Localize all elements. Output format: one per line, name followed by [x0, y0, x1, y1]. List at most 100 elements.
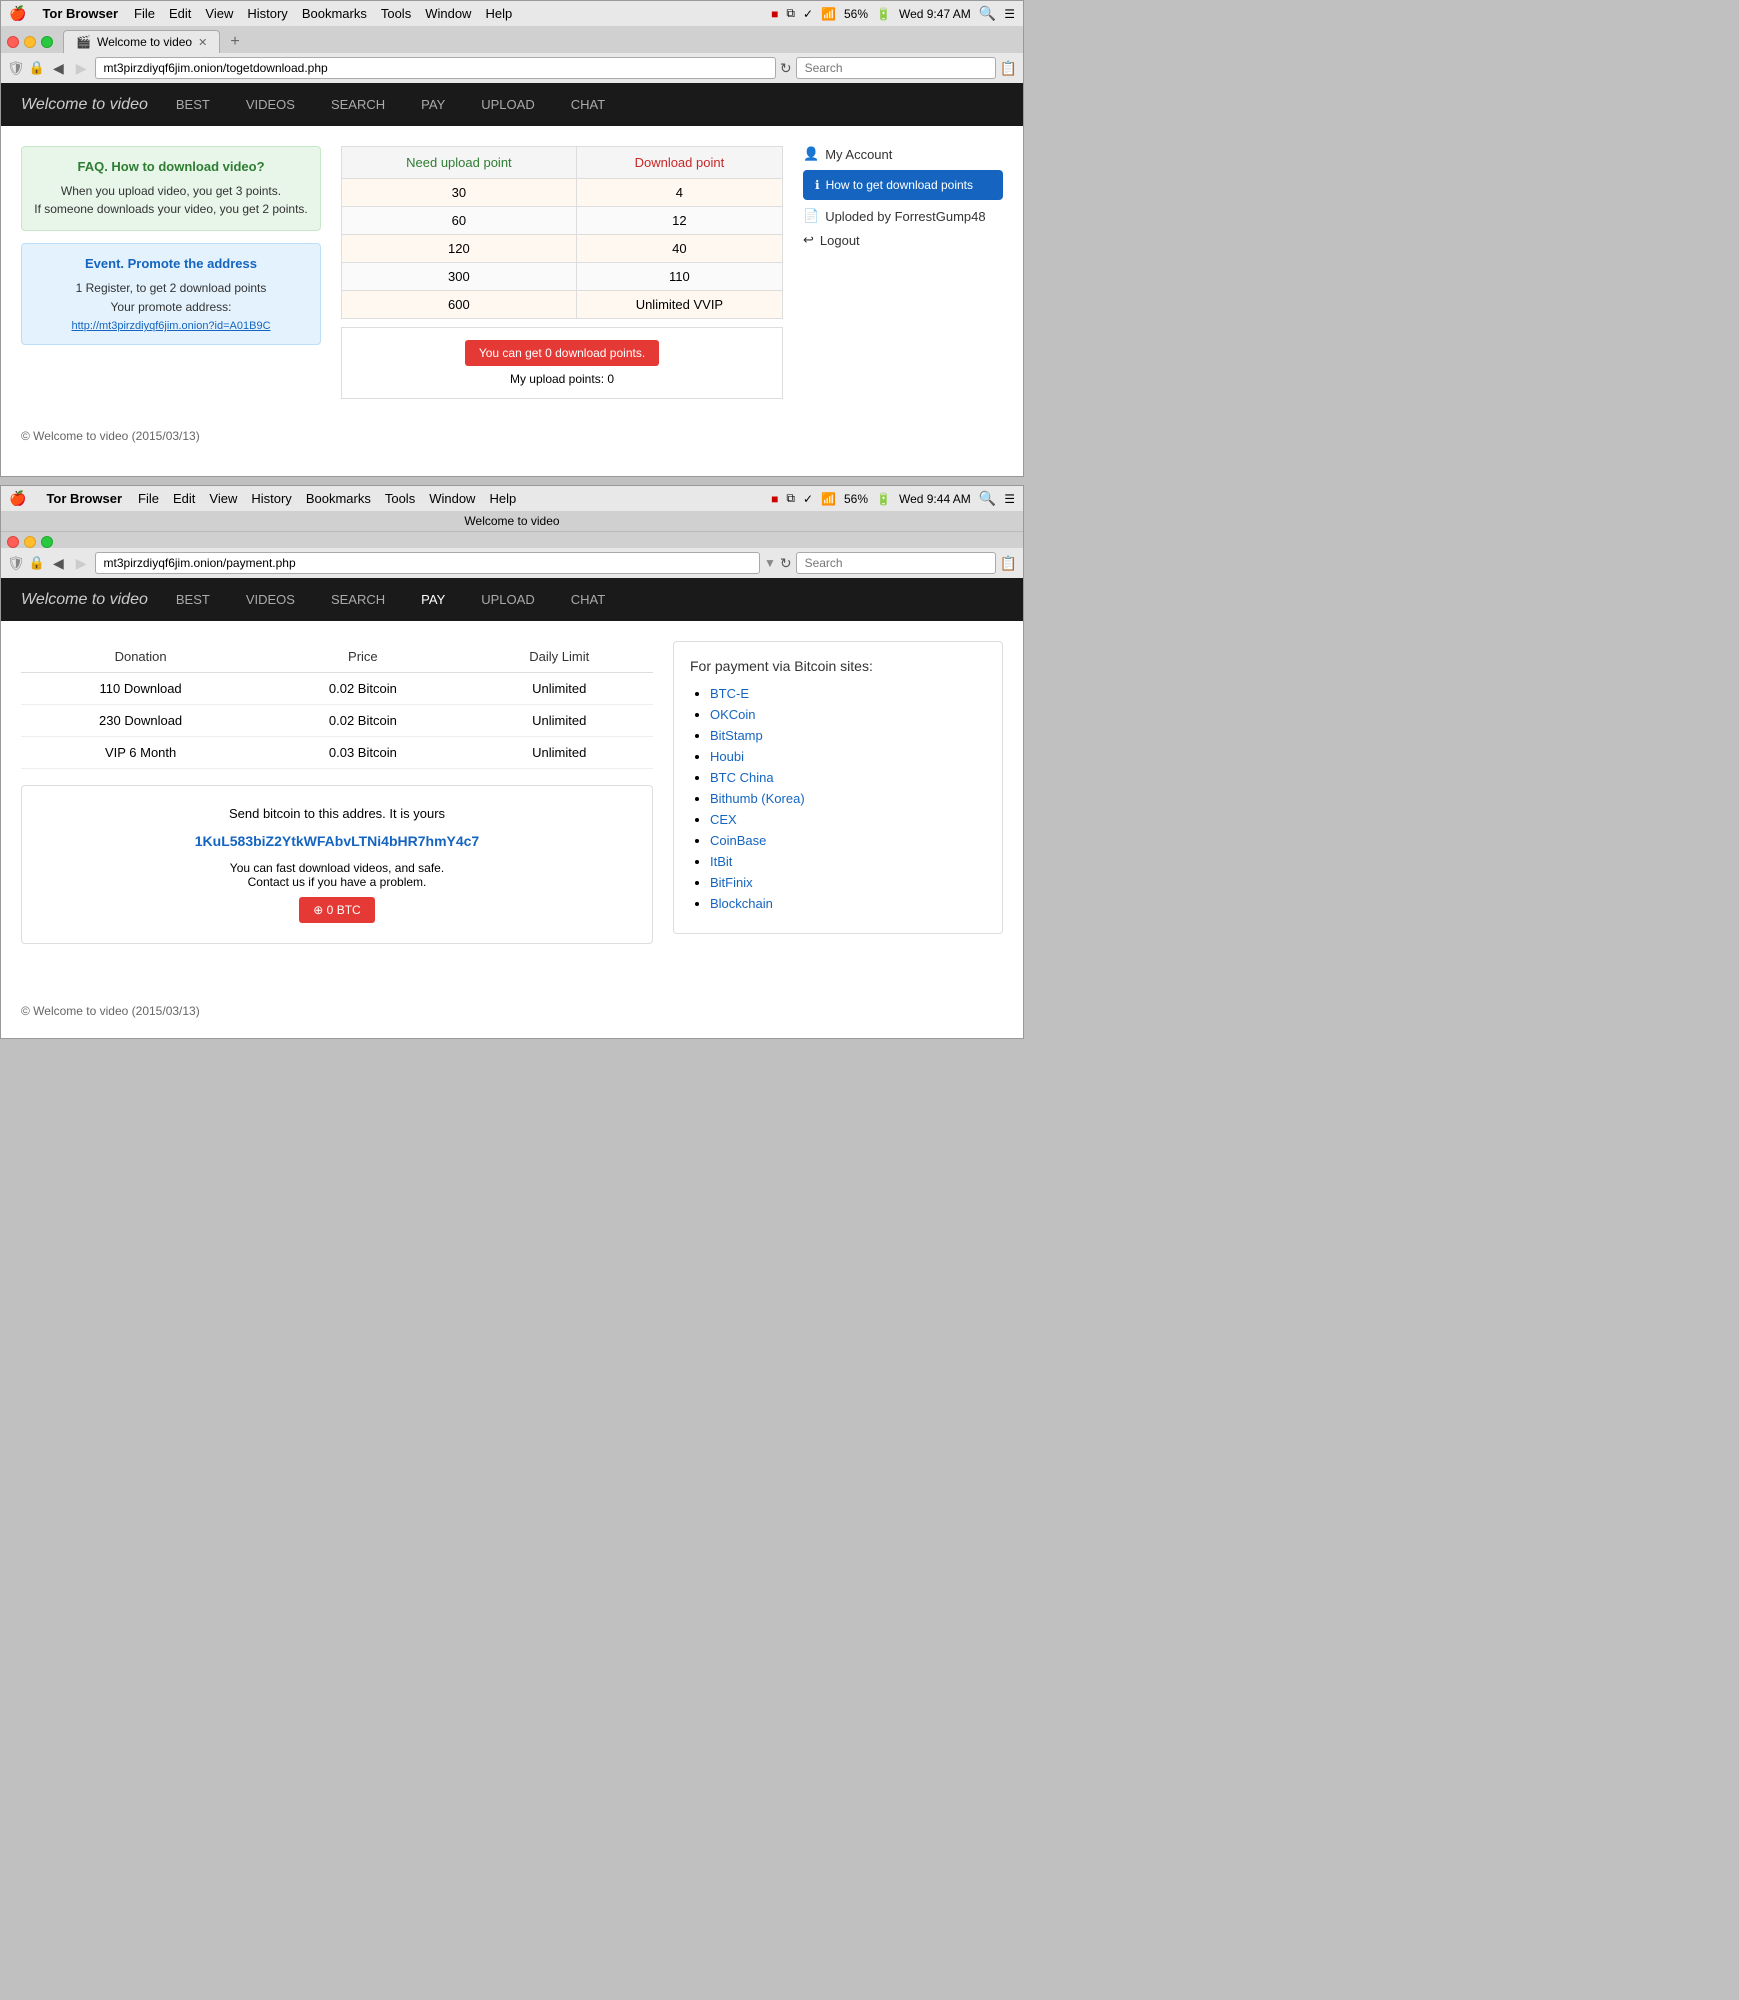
list-icon-1[interactable]: ☰ [1004, 7, 1015, 21]
upload-points-text: My upload points: 0 [354, 372, 770, 386]
nav-pay-1[interactable]: PAY [413, 83, 453, 126]
search-icon-menubar-1[interactable]: 🔍 [979, 5, 996, 22]
tl-red-2[interactable] [7, 536, 19, 548]
list-item: Bithumb (Korea) [710, 791, 986, 806]
menu-file[interactable]: File [134, 6, 155, 21]
send-bitcoin-text: Send bitcoin to this addres. It is yours [42, 806, 632, 821]
user-icon: 👤 [803, 146, 819, 162]
menu2-history[interactable]: History [251, 491, 291, 506]
bitcoin-sites-list: BTC-E OKCoin BitStamp Houbi BTC China Bi… [690, 686, 986, 911]
shield-icon-1: 🛡 [7, 60, 25, 77]
tab-close-1[interactable]: ✕ [198, 36, 207, 49]
nav-upload-1[interactable]: UPLOAD [473, 83, 542, 126]
houbi-link[interactable]: Houbi [710, 749, 744, 764]
extension-icon-2: 📋 [1000, 555, 1017, 572]
apple-logo-2: 🍎 [9, 490, 26, 507]
back-button-1[interactable]: ◀ [49, 58, 68, 79]
menu-help[interactable]: Help [485, 6, 512, 21]
wifi-icon-2: 📶 [821, 492, 836, 506]
bitstamp-link[interactable]: BitStamp [710, 728, 763, 743]
nav2-chat[interactable]: CHAT [563, 578, 613, 621]
tl-red-1[interactable] [7, 36, 19, 48]
okcoin-link[interactable]: OKCoin [710, 707, 756, 722]
bithumb-link[interactable]: Bithumb (Korea) [710, 791, 805, 806]
content-layout-1: FAQ. How to download video? When you upl… [21, 146, 1003, 399]
battery-icon-1: 🔋 [876, 7, 891, 21]
bitfinix-link[interactable]: BitFinix [710, 875, 753, 890]
event-link[interactable]: http://mt3pirzdiyqf6jim.onion?id=A01B9C [71, 320, 270, 332]
search-input-2[interactable] [796, 552, 996, 574]
reload-button-2[interactable]: ↻ [780, 555, 792, 572]
tl-yellow-2[interactable] [24, 536, 36, 548]
search-input-1[interactable] [796, 57, 996, 79]
search-icon-menubar-2[interactable]: 🔍 [979, 490, 996, 507]
forward-button-2[interactable]: ▶ [72, 553, 91, 574]
list-item: BTC China [710, 770, 986, 785]
table-row: 230 Download 0.02 Bitcoin Unlimited [21, 705, 653, 737]
list-icon-2[interactable]: ☰ [1004, 492, 1015, 506]
download-val-1: 4 [576, 179, 782, 207]
nav2-best[interactable]: BEST [168, 578, 218, 621]
itbit-link[interactable]: ItBit [710, 854, 732, 869]
logout-item[interactable]: ↩ Logout [803, 232, 1003, 248]
list-item: CoinBase [710, 833, 986, 848]
menu-tools[interactable]: Tools [381, 6, 411, 21]
btc-button[interactable]: ⊕ 0 BTC [299, 897, 374, 923]
coinbase-link[interactable]: CoinBase [710, 833, 766, 848]
forward-button-1[interactable]: ▶ [72, 58, 91, 79]
list-item: Blockchain [710, 896, 986, 911]
payment-table: Donation Price Daily Limit 110 Download … [21, 641, 653, 769]
menu2-file[interactable]: File [138, 491, 159, 506]
bitcoin-address[interactable]: 1KuL583biZ2YtkWFAbvLTNi4bHR7hmY4c7 [42, 833, 632, 849]
my-account-item[interactable]: 👤 My Account [803, 146, 1003, 162]
tl-green-2[interactable] [41, 536, 53, 548]
nav2-upload[interactable]: UPLOAD [473, 578, 542, 621]
how-to-button[interactable]: ℹ How to get download points [803, 170, 1003, 200]
new-tab-button-1[interactable]: + [224, 31, 245, 53]
reload-button-1[interactable]: ↻ [780, 60, 792, 77]
tab-bar-1: 🎬 Welcome to video ✕ + [1, 26, 1023, 53]
menu-history[interactable]: History [247, 6, 287, 21]
tab-favicon-1: 🎬 [76, 35, 91, 49]
btcchina-link[interactable]: BTC China [710, 770, 774, 785]
menu-bookmarks[interactable]: Bookmarks [302, 6, 367, 21]
dropdown-icon-2[interactable]: ▼ [764, 556, 776, 570]
menu-view[interactable]: View [205, 6, 233, 21]
address-input-2[interactable] [95, 552, 760, 574]
nav-best-1[interactable]: BEST [168, 83, 218, 126]
list-item: OKCoin [710, 707, 986, 722]
download-val-2: 12 [576, 207, 782, 235]
tl-yellow-1[interactable] [24, 36, 36, 48]
my-account-label: My Account [825, 147, 892, 162]
menu-window[interactable]: Window [425, 6, 471, 21]
nav-videos-1[interactable]: VIDEOS [238, 83, 303, 126]
back-button-2[interactable]: ◀ [49, 553, 68, 574]
browser-tab-1[interactable]: 🎬 Welcome to video ✕ [63, 30, 220, 53]
blockchain-link[interactable]: Blockchain [710, 896, 773, 911]
menu2-view[interactable]: View [209, 491, 237, 506]
menu-edit[interactable]: Edit [169, 6, 191, 21]
btce-link[interactable]: BTC-E [710, 686, 749, 701]
download-info-box: You can get 0 download points. My upload… [341, 327, 783, 399]
menu2-help[interactable]: Help [489, 491, 516, 506]
nav2-videos[interactable]: VIDEOS [238, 578, 303, 621]
cex-link[interactable]: CEX [710, 812, 737, 827]
nav2-search[interactable]: SEARCH [323, 578, 393, 621]
apple-logo: 🍎 [9, 5, 26, 22]
nav-chat-1[interactable]: CHAT [563, 83, 613, 126]
menu2-bookmarks[interactable]: Bookmarks [306, 491, 371, 506]
battery-icon-2: 🔋 [876, 492, 891, 506]
payment-layout: Donation Price Daily Limit 110 Download … [21, 641, 1003, 944]
nav2-pay[interactable]: PAY [413, 578, 453, 621]
menu2-tools[interactable]: Tools [385, 491, 415, 506]
clipboard-icon-2: ⧉ [786, 491, 795, 506]
lock-icon-2: 🔒 [29, 555, 45, 571]
menu2-edit[interactable]: Edit [173, 491, 195, 506]
donation-3: VIP 6 Month [21, 737, 260, 769]
address-input-1[interactable] [95, 57, 776, 79]
menu2-window[interactable]: Window [429, 491, 475, 506]
nav-search-1[interactable]: SEARCH [323, 83, 393, 126]
battery-text-1: 56% [844, 7, 868, 21]
download-points-button[interactable]: You can get 0 download points. [465, 340, 659, 366]
tl-green-1[interactable] [41, 36, 53, 48]
